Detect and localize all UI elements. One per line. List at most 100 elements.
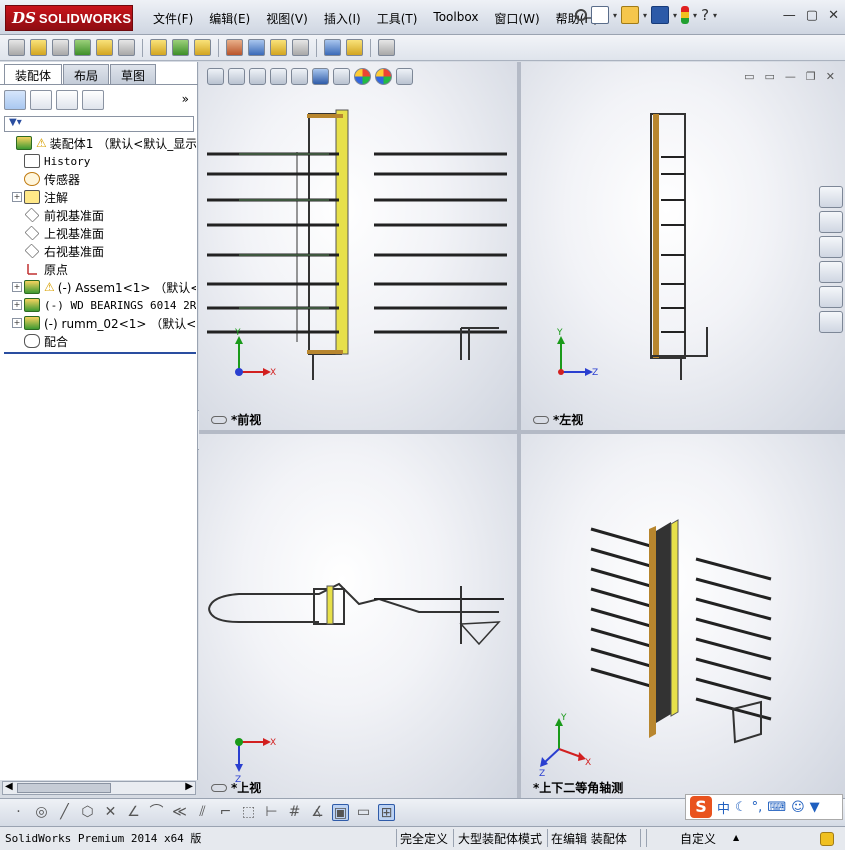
zoom-to-area-icon[interactable] (228, 68, 245, 85)
chevron-down-icon[interactable]: ▾ (693, 11, 697, 20)
viewport-restore-icon[interactable]: ❐ (806, 70, 816, 83)
scroll-left-icon[interactable]: ◀ (5, 781, 13, 792)
viewport-top[interactable]: X Z *上视 (199, 434, 517, 798)
menu-toolbox[interactable]: Toolbox (425, 8, 486, 29)
viewport-tile-icon[interactable]: ▭ (744, 70, 754, 83)
ime-user-icon[interactable]: ☺ (791, 800, 805, 815)
single-viewport-icon[interactable]: ▭ (355, 804, 372, 821)
viewport-isometric[interactable]: Y X Z *上下二等角轴测 (521, 434, 845, 798)
feature-manager-tab-icon[interactable] (4, 90, 26, 110)
chevron-down-icon[interactable]: ▾ (613, 11, 617, 20)
explode-line-sketch-icon[interactable] (292, 39, 309, 56)
tree-node[interactable]: 上视基准面 (4, 224, 196, 242)
design-library-icon[interactable] (819, 211, 843, 233)
tab-layout[interactable]: 布局 (63, 64, 110, 84)
menu-tools[interactable]: 工具(T) (369, 8, 426, 29)
chevron-down-icon[interactable]: ▾ (713, 11, 717, 20)
tree-node[interactable]: + ⚠(-) Assem1<1> （默认<默认 (4, 278, 196, 296)
unit-system-up-icon[interactable]: ▲ (733, 833, 739, 842)
menu-window[interactable]: 窗口(W) (486, 8, 547, 29)
tab-sketch[interactable]: 草图 (110, 64, 157, 84)
ime-moon-icon[interactable]: ☾ (735, 800, 747, 815)
apply-scene-icon[interactable] (375, 68, 392, 85)
minimize-button[interactable]: — (783, 8, 796, 23)
mate-icon[interactable] (52, 39, 69, 56)
tree-node[interactable]: 配合 (4, 332, 196, 350)
trim-icon[interactable]: ✕ (102, 804, 119, 821)
tree-node[interactable]: 右视基准面 (4, 242, 196, 260)
tree-node[interactable]: History (4, 152, 196, 170)
chevron-down-icon[interactable]: ▾ (673, 11, 677, 20)
property-manager-tab-icon[interactable] (30, 90, 52, 110)
smart-fasteners-icon[interactable] (96, 39, 113, 56)
polygon-icon[interactable]: ⬡ (79, 804, 96, 821)
tangent-line-icon[interactable]: ∠ (125, 804, 142, 821)
sketch-fillet-icon[interactable]: ⌒ (148, 804, 165, 821)
tree-node[interactable]: + (-) rumm_02<1> （默认<默认_ (4, 314, 196, 332)
four-viewport-icon[interactable]: ⊞ (378, 804, 395, 821)
expand-toggle-icon[interactable]: + (12, 300, 22, 310)
zoom-to-fit-icon[interactable] (207, 68, 224, 85)
expand-toggle-icon[interactable]: + (12, 192, 22, 202)
menu-edit[interactable]: 编辑(E) (201, 8, 258, 29)
file-explorer-folder-icon[interactable] (819, 236, 843, 258)
bill-of-materials-icon[interactable] (248, 39, 265, 56)
feature-filter-input[interactable]: ▼▾ (4, 116, 194, 132)
offset-icon[interactable]: ≪ (171, 804, 188, 821)
shaded-display-icon[interactable]: ▣ (332, 804, 349, 821)
view-settings-icon[interactable] (396, 68, 413, 85)
tree-node[interactable]: 传感器 (4, 170, 196, 188)
move-component-icon[interactable] (118, 39, 135, 56)
menu-insert[interactable]: 插入(I) (316, 8, 369, 29)
display-style-icon[interactable] (312, 68, 329, 85)
dimension-icon[interactable]: ⊢ (263, 804, 280, 821)
ime-punctuation-icon[interactable]: °, (752, 800, 763, 815)
tree-node[interactable]: ⚠ 装配体1 （默认<默认_显示状 (4, 134, 196, 152)
parallel-icon[interactable]: ⫽ (194, 804, 211, 821)
ime-language-toggle[interactable]: 中 (717, 798, 730, 817)
search-commands-icon[interactable] (575, 9, 587, 21)
configuration-manager-tab-icon[interactable] (56, 90, 78, 110)
appearances-scenes-icon[interactable] (819, 286, 843, 308)
viewport-left[interactable]: Y Z ▭ ▭ — ❐ ✕ *左视 (521, 62, 845, 430)
chevron-down-icon[interactable]: ▾ (643, 11, 647, 20)
help-icon[interactable]: ? (701, 6, 709, 24)
link-views-icon[interactable] (211, 783, 227, 792)
tree-horizontal-scrollbar[interactable]: ◀ ▶ (2, 781, 196, 795)
tab-assembly[interactable]: 装配体 (4, 64, 63, 84)
rectangle-icon[interactable]: ⬚ (240, 804, 257, 821)
more-tabs-chevron-icon[interactable]: » (182, 92, 189, 106)
graphics-area[interactable]: Y X *前视 Y Z ▭ ▭ — ❐ ✕ *左视 X Z *上视 Y X Z … (199, 62, 845, 798)
instant3d-icon[interactable] (378, 39, 395, 56)
close-button[interactable]: ✕ (828, 8, 839, 23)
new-motion-study-icon[interactable] (226, 39, 243, 56)
custom-properties-icon[interactable] (819, 311, 843, 333)
view-palette-icon[interactable] (819, 261, 843, 283)
menu-view[interactable]: 视图(V) (258, 8, 316, 29)
corner-icon[interactable]: ⌐ (217, 804, 234, 821)
new-document-icon[interactable] (591, 6, 609, 24)
edit-component-icon[interactable] (8, 39, 25, 56)
reference-geometry-icon[interactable] (194, 39, 211, 56)
point-icon[interactable]: · (10, 804, 27, 821)
solidworks-logo[interactable]: DS SOLIDWORKS (5, 5, 133, 31)
tree-node[interactable]: 前视基准面 (4, 206, 196, 224)
hide-show-items-icon[interactable] (333, 68, 350, 85)
expand-toggle-icon[interactable]: + (12, 318, 22, 328)
linear-pattern-icon[interactable] (74, 39, 91, 56)
insert-component-icon[interactable] (30, 39, 47, 56)
menu-file[interactable]: 文件(F) (145, 8, 201, 29)
circle-icon[interactable]: ◎ (33, 804, 50, 821)
tree-node[interactable]: + 注解 (4, 188, 196, 206)
exploded-view-icon[interactable] (270, 39, 287, 56)
tree-node[interactable]: + (-) WD BEARINGS 6014 2RS< (4, 296, 196, 314)
show-hidden-components-icon[interactable] (150, 39, 167, 56)
ime-keyboard-icon[interactable]: ⌨ (767, 800, 786, 815)
scrollbar-thumb[interactable] (17, 783, 111, 793)
angle-icon[interactable]: ∡ (309, 804, 326, 821)
link-views-icon[interactable] (533, 415, 549, 424)
viewport-front[interactable]: Y X *前视 (199, 62, 517, 430)
line-icon[interactable]: ╱ (56, 804, 73, 821)
viewport-tile-icon[interactable]: ▭ (765, 70, 775, 83)
restore-button[interactable]: ▢ (806, 8, 818, 23)
